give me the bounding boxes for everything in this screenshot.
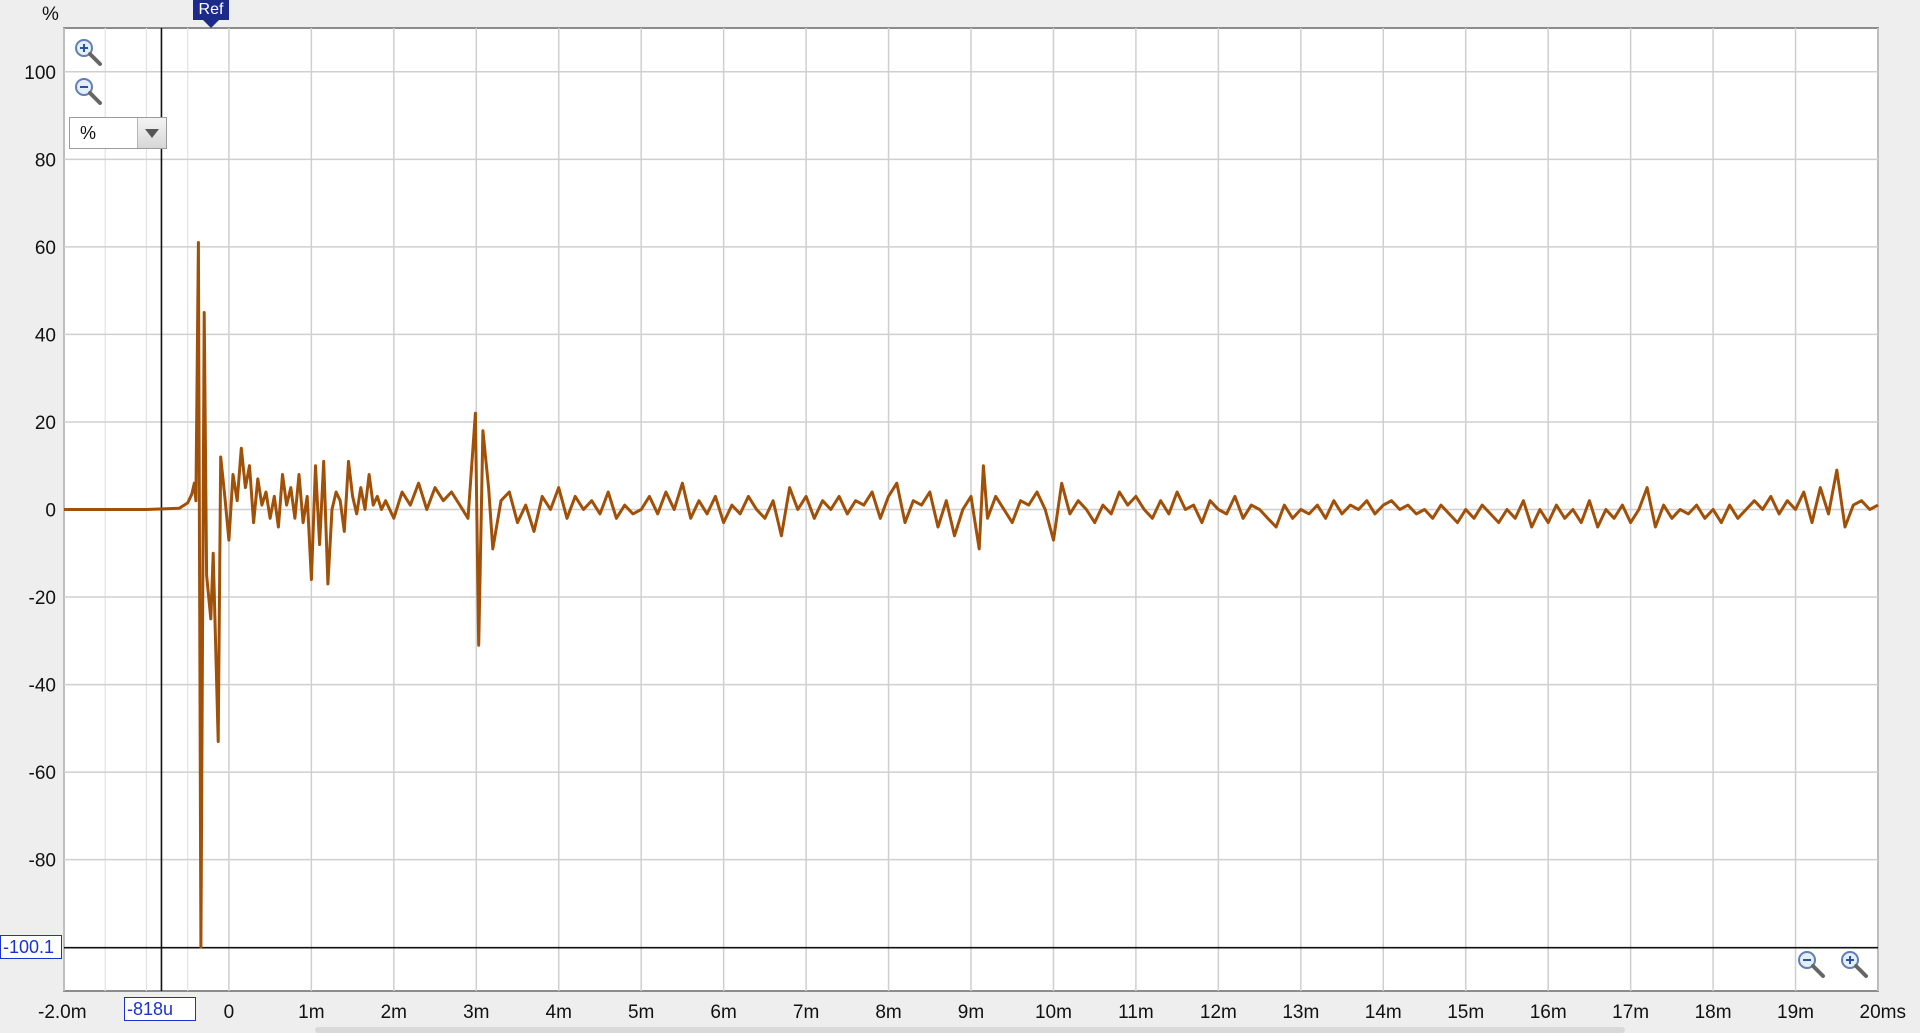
y-axis-unit-label: % xyxy=(42,4,59,25)
cursor-x-readout[interactable]: -818u xyxy=(124,997,196,1021)
x-tick-label: 19m xyxy=(1777,1002,1814,1023)
x-tick-label: 2m xyxy=(381,1002,407,1023)
x-tick-label: 4m xyxy=(546,1002,572,1023)
x-tick-label: 6m xyxy=(710,1002,736,1023)
x-tick-label: 1m xyxy=(298,1002,324,1023)
x-tick-label: 5m xyxy=(628,1002,654,1023)
y-tick-label: 20 xyxy=(35,413,56,434)
ref-marker[interactable]: Ref xyxy=(193,0,229,28)
x-tick-label: -2.0m xyxy=(38,1002,87,1023)
unit-select[interactable]: % xyxy=(69,117,167,149)
x-tick-label: 8m xyxy=(875,1002,901,1023)
x-tick-label: 3m xyxy=(463,1002,489,1023)
y-tick-label: 60 xyxy=(35,238,56,259)
horizontal-scrollbar[interactable] xyxy=(315,1027,1625,1033)
x-tick-label: 7m xyxy=(793,1002,819,1023)
zoom-in-icon[interactable] xyxy=(72,36,104,68)
x-tick-label: 9m xyxy=(958,1002,984,1023)
y-tick-label: -40 xyxy=(29,676,56,697)
chevron-down-icon[interactable] xyxy=(137,118,166,148)
zoom-out-icon[interactable] xyxy=(72,75,104,107)
y-tick-label: 100 xyxy=(24,63,56,84)
y-tick-label: -20 xyxy=(29,588,56,609)
y-tick-label: -80 xyxy=(29,851,56,872)
x-tick-label: 13m xyxy=(1282,1002,1319,1023)
x-tick-label: 11m xyxy=(1118,1002,1154,1023)
y-tick-label: 40 xyxy=(35,325,56,346)
zoom-in-icon[interactable] xyxy=(1838,948,1870,980)
y-tick-label: 0 xyxy=(45,501,56,522)
zoom-out-icon[interactable] xyxy=(1795,948,1827,980)
y-tick-label: 80 xyxy=(35,150,56,171)
x-tick-label: 14m xyxy=(1365,1002,1402,1023)
x-tick-label: 0 xyxy=(224,1002,235,1023)
x-tick-label: 18m xyxy=(1695,1002,1732,1023)
x-tick-label: 12m xyxy=(1200,1002,1237,1023)
unit-select-value: % xyxy=(80,122,97,143)
y-tick-label: -60 xyxy=(29,763,56,784)
x-tick-label: 17m xyxy=(1612,1002,1649,1023)
x-tick-label: 10m xyxy=(1035,1002,1072,1023)
cursor-y-readout[interactable]: -100.1 xyxy=(0,935,62,959)
impulse-chart[interactable]: -2.0m 0 1m 2m 3m 4m 5m 6m 7m 8m 9m 10m 11m 12m 13m 14m 1… xyxy=(0,0,1920,1033)
x-tick-label: 15m xyxy=(1447,1002,1484,1023)
x-tick-label: 20ms xyxy=(1860,1002,1906,1023)
x-tick-label: 16m xyxy=(1530,1002,1567,1023)
